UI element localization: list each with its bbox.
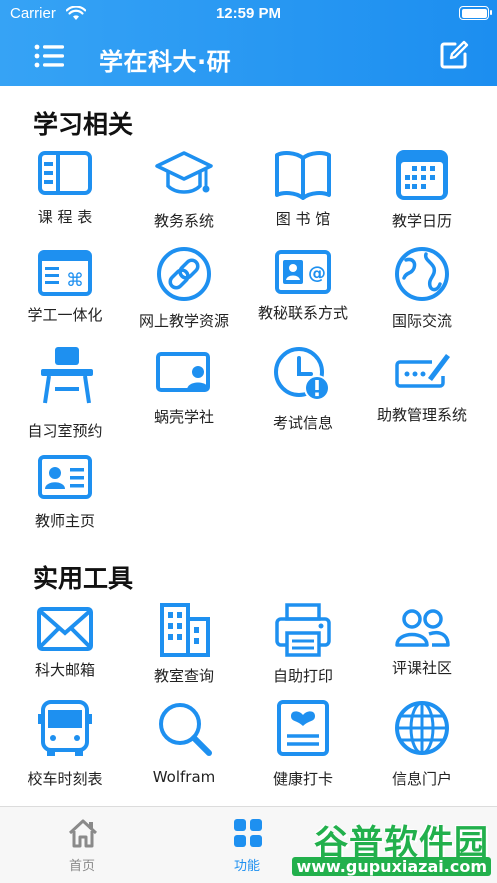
menu-item-teaching-calendar[interactable]: 教学日历 (360, 148, 484, 248)
link-icon (157, 247, 211, 301)
menu-item-label: 图 书 馆 (275, 210, 331, 228)
menu-item-teacher-homepage[interactable]: 教师主页 (3, 452, 127, 552)
top-bar: Carrier 12:59 PM 学在科大·研 (0, 0, 497, 86)
menu-item-label: 教学日历 (391, 212, 452, 230)
menu-item-label: 校车时刻表 (27, 770, 103, 788)
menu-item-study-room[interactable]: 自习室预约 (3, 344, 127, 444)
menu-item-shuttle-schedule[interactable]: 校车时刻表 (3, 700, 127, 800)
menu-item-label: 学工一体化 (27, 306, 103, 324)
tab-home[interactable]: 首页 (20, 807, 144, 883)
page-title: 学在科大·研 (99, 48, 232, 76)
menu-icon[interactable] (34, 42, 66, 70)
calendar-icon (396, 150, 448, 200)
timetable-icon (38, 151, 92, 195)
menu-item-label: Wolfram (152, 768, 216, 786)
menu-item-library[interactable]: 图 书 馆 (241, 148, 365, 248)
contact-card-icon: @ (275, 250, 331, 294)
menu-item-course-review[interactable]: 评课社区 (360, 603, 484, 703)
battery-icon (459, 6, 492, 20)
menu-item-label: 网上教学资源 (138, 312, 229, 330)
menu-item-ta-management[interactable]: 助教管理系统 (360, 344, 484, 444)
menu-item-online-resources[interactable]: 网上教学资源 (122, 246, 246, 346)
bus-icon (38, 700, 92, 756)
command-window-icon: ⌘ (38, 250, 92, 296)
svg-text:⌘: ⌘ (66, 270, 84, 291)
menu-item-label: 教秘联系方式 (257, 304, 348, 322)
menu-item-label: 健康打卡 (272, 770, 333, 788)
menu-item-snail-society[interactable]: 蜗壳学社 (122, 344, 246, 444)
menu-item-label: 科大邮箱 (34, 661, 95, 679)
menu-item-student-affairs[interactable]: ⌘ 学工一体化 (3, 246, 127, 346)
section-title-study: 学习相关 (33, 110, 134, 139)
menu-item-label: 考试信息 (272, 414, 333, 432)
menu-item-wolfram[interactable]: Wolfram (122, 700, 246, 800)
building-icon (160, 603, 210, 657)
health-card-icon (277, 700, 329, 756)
password-edit-icon (395, 354, 450, 388)
menu-item-label: 自助打印 (272, 667, 333, 685)
section-title-tools: 实用工具 (33, 564, 134, 593)
menu-item-label: 助教管理系统 (376, 406, 467, 424)
printer-icon (275, 603, 331, 657)
menu-item-label: 蜗壳学社 (153, 408, 214, 426)
menu-item-label: 教室查询 (153, 667, 214, 685)
menu-item-label: 自习室预约 (27, 422, 103, 440)
menu-item-classroom-query[interactable]: 教室查询 (122, 603, 246, 703)
magnifier-icon (159, 703, 212, 756)
menu-item-academic-system[interactable]: 教务系统 (122, 148, 246, 248)
globe-grid-icon (395, 701, 449, 755)
edit-icon[interactable] (439, 40, 469, 70)
graduation-cap-icon (155, 151, 213, 194)
menu-item-label: 国际交流 (391, 312, 452, 330)
watermark-url: www.gupuxiazai.com (292, 857, 491, 876)
menu-item-self-print[interactable]: 自助打印 (241, 603, 365, 703)
menu-item-label: 教务系统 (153, 212, 214, 230)
menu-item-label: 教师主页 (34, 512, 95, 530)
clock-alert-icon (274, 347, 330, 401)
menu-item-university-mail[interactable]: 科大邮箱 (3, 603, 127, 703)
menu-item-label: 课 程 表 (37, 208, 93, 226)
people-icon (395, 609, 450, 647)
home-icon (68, 819, 98, 848)
presentation-icon (156, 352, 210, 392)
tab-home-label: 首页 (68, 859, 95, 874)
menu-item-label: 信息门户 (391, 770, 452, 788)
globe-icon (395, 247, 449, 301)
envelope-icon (37, 607, 93, 651)
menu-item-timetable[interactable]: 课 程 表 (3, 148, 127, 248)
menu-item-health-checkin[interactable]: 健康打卡 (241, 700, 365, 800)
menu-item-secretary-contact[interactable]: @ 教秘联系方式 (241, 246, 365, 346)
desk-chair-icon (41, 347, 93, 404)
menu-item-international-exchange[interactable]: 国际交流 (360, 246, 484, 346)
watermark: 谷普软件园 www.gupuxiazai.com (265, 811, 497, 883)
status-bar: Carrier 12:59 PM (0, 0, 497, 28)
svg-text:@: @ (308, 263, 326, 284)
status-time: 12:59 PM (215, 5, 282, 22)
book-icon (275, 151, 331, 200)
menu-item-info-portal[interactable]: 信息门户 (360, 700, 484, 800)
menu-item-label: 评课社区 (391, 659, 452, 677)
id-card-icon (38, 455, 92, 499)
grid-icon (234, 819, 262, 847)
menu-item-exam-info[interactable]: 考试信息 (241, 344, 365, 444)
